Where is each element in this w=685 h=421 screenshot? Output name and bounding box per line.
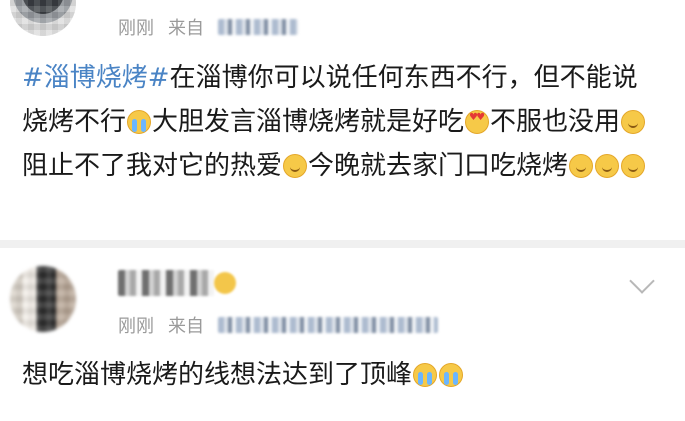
crying-face-icon [413,363,438,387]
comment-card-2: 刚刚 来自 想吃淄博烧烤的线想法达到了顶峰 [0,252,685,421]
text-segment: 想吃淄博烧烤的线想法达到了顶峰 [22,360,413,390]
username-blurred[interactable] [118,270,214,296]
text-segment: 今晚就去家门口吃烧烤 [308,151,569,181]
comment-card-1: 刚刚 来自 #淄博烧烤#在淄博你可以说任何东西不行，但不能说烧烤不行 大胆发言淄博… [0,0,685,232]
source-prefix: 来自 [168,316,204,337]
avatar[interactable] [10,0,76,36]
source-device-blurred [218,19,298,35]
text-segment: 不服也没用 [490,107,621,137]
heart-eyes-icon [465,110,490,134]
smile-face-icon [621,154,646,178]
smile-face-icon [569,154,594,178]
comment-meta: 刚刚 来自 [118,312,438,338]
comment-meta: 刚刚 来自 [118,14,298,40]
divider [0,240,685,248]
comment-text: 想吃淄博烧烤的线想法达到了顶峰 [22,353,662,397]
source-prefix: 来自 [168,18,204,39]
text-segment: 阻止不了我对它的热爱 [22,151,283,181]
crying-face-icon [439,363,464,387]
avatar[interactable] [10,266,76,332]
chevron-down-icon[interactable] [629,268,655,294]
crying-face-icon [127,110,152,134]
username-emoji-icon [214,272,236,294]
source-device-blurred [218,317,438,333]
timestamp: 刚刚 [118,18,154,39]
smile-face-icon [595,154,620,178]
smile-face-icon [621,110,646,134]
hashtag-link[interactable]: #淄博烧烤# [22,63,170,93]
text-segment: 大胆发言淄博烧烤就是好吃 [152,107,465,137]
wink-face-icon [283,154,308,178]
timestamp: 刚刚 [118,316,154,337]
comment-text: #淄博烧烤#在淄博你可以说任何东西不行，但不能说烧烤不行 大胆发言淄博烧烤就是好吃… [22,56,662,188]
